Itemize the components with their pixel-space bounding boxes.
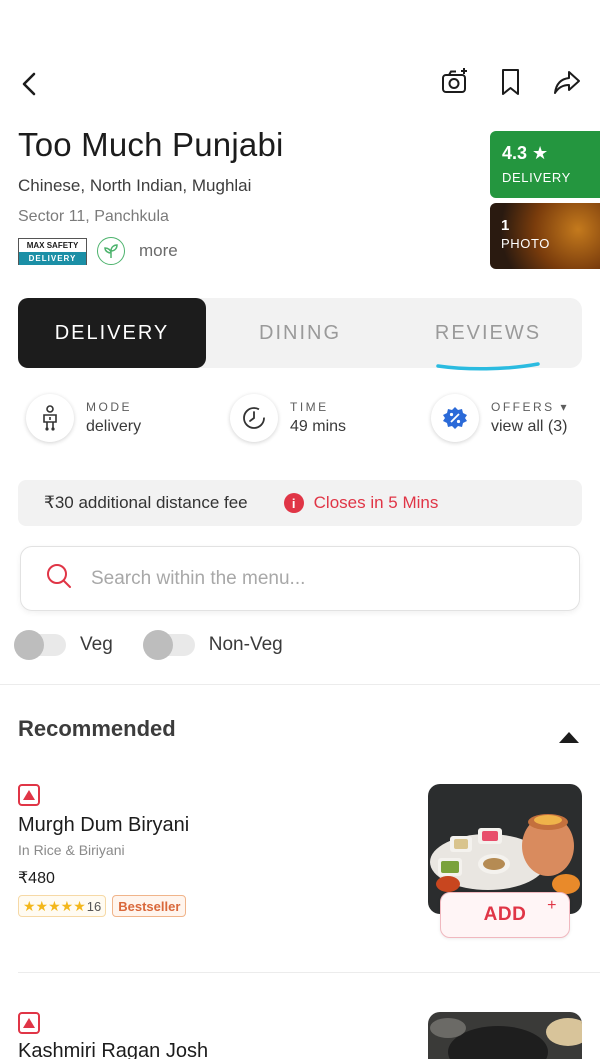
order-info-row: MODE delivery TIME 49 mins OFFERS ▾ view… xyxy=(26,394,586,446)
item-divider xyxy=(18,972,600,973)
tab-dining[interactable]: DINING xyxy=(206,298,394,368)
item-name: Kashmiri Ragan Josh xyxy=(18,1040,209,1059)
rating-count: 16 xyxy=(86,898,102,914)
distance-fee-text: ₹30 additional distance fee xyxy=(44,493,248,512)
time-info[interactable]: TIME 49 mins xyxy=(230,394,346,442)
back-chevron-left-icon[interactable] xyxy=(14,66,46,102)
search-input[interactable] xyxy=(91,567,531,590)
menu-search-box[interactable] xyxy=(20,546,580,611)
diet-filters: Veg Non-Veg xyxy=(14,630,313,660)
stars-icon: ★★★★★ xyxy=(23,897,86,914)
bestseller-badge: Bestseller xyxy=(112,895,187,917)
nonveg-mark-icon xyxy=(18,784,40,806)
mode-value: delivery xyxy=(86,418,142,435)
photo-label: PHOTO xyxy=(501,236,550,251)
scooter-rider-icon xyxy=(26,394,74,442)
time-title: TIME xyxy=(290,400,329,414)
nonveg-switch[interactable] xyxy=(142,630,195,660)
item-price: ₹480 xyxy=(18,870,55,887)
closing-time-text: Closes in 5 Mins xyxy=(313,493,439,512)
max-safety-badge-top: MAX SAFETY xyxy=(19,238,86,252)
search-icon xyxy=(45,562,73,595)
reviews-underline xyxy=(436,362,540,371)
rating-label: DELIVERY xyxy=(502,170,571,185)
timer-icon xyxy=(230,394,278,442)
collapse-triangle-icon[interactable] xyxy=(558,730,580,744)
item-category: In Rice & Biriyani xyxy=(18,842,125,858)
rating-value: 4.3 ★ xyxy=(502,143,549,163)
more-link[interactable]: more xyxy=(139,241,178,261)
mode-title: MODE xyxy=(86,400,132,414)
item-rating-row: ★★★★★ 16 Bestseller xyxy=(18,895,187,917)
photo-count: 1 xyxy=(501,217,510,234)
mode-selector[interactable]: MODE delivery xyxy=(26,394,141,442)
top-bar xyxy=(0,62,600,106)
offers-value: view all (3) xyxy=(491,418,568,435)
item-name: Murgh Dum Biryani xyxy=(18,814,190,836)
section-title: Recommended xyxy=(18,716,176,741)
info-icon: i xyxy=(283,493,304,513)
item-star-rating: ★★★★★ 16 xyxy=(18,895,107,917)
location-text: Sector 11, Panchkula xyxy=(18,208,169,225)
restaurant-name: Too Much Punjabi xyxy=(18,126,284,163)
bookmark-icon[interactable] xyxy=(496,66,526,98)
max-safety-badge[interactable]: MAX SAFETY DELIVERY xyxy=(18,237,87,265)
add-button[interactable]: ADD + xyxy=(440,892,570,938)
offers-selector[interactable]: OFFERS ▾ view all (3) xyxy=(431,394,569,442)
photo-card[interactable]: 1 PHOTO xyxy=(490,203,600,269)
nonveg-toggle[interactable]: Non-Veg xyxy=(142,630,283,660)
section-divider xyxy=(0,684,600,685)
cuisines-text: Chinese, North Indian, Mughlai xyxy=(18,176,252,195)
tab-delivery[interactable]: DELIVERY xyxy=(18,298,206,368)
veg-label: Veg xyxy=(80,634,113,655)
plus-icon: + xyxy=(547,897,557,914)
max-safety-badge-bottom: DELIVERY xyxy=(19,251,86,265)
delivery-rating-card[interactable]: 4.3 ★ DELIVERY xyxy=(490,131,600,198)
nonveg-label: Non-Veg xyxy=(208,634,283,655)
share-arrow-icon[interactable] xyxy=(552,66,582,98)
veg-switch[interactable] xyxy=(14,630,66,660)
dish-image[interactable] xyxy=(428,1012,582,1059)
offer-percent-icon xyxy=(431,394,479,442)
tab-bar: DELIVERY DINING REVIEWS xyxy=(18,298,582,368)
leaf-icon[interactable] xyxy=(97,237,125,265)
offers-title: OFFERS ▾ xyxy=(491,400,570,414)
tab-reviews[interactable]: REVIEWS xyxy=(394,298,582,368)
time-value: 49 mins xyxy=(290,418,347,435)
add-label: ADD xyxy=(483,904,527,925)
camera-add-icon[interactable] xyxy=(440,66,470,98)
nonveg-mark-icon xyxy=(18,1012,40,1034)
veg-toggle[interactable]: Veg xyxy=(14,630,113,660)
badges-row: MAX SAFETY DELIVERY more xyxy=(18,236,178,266)
distance-fee-notice: ₹30 additional distance fee i Closes in … xyxy=(18,480,582,526)
